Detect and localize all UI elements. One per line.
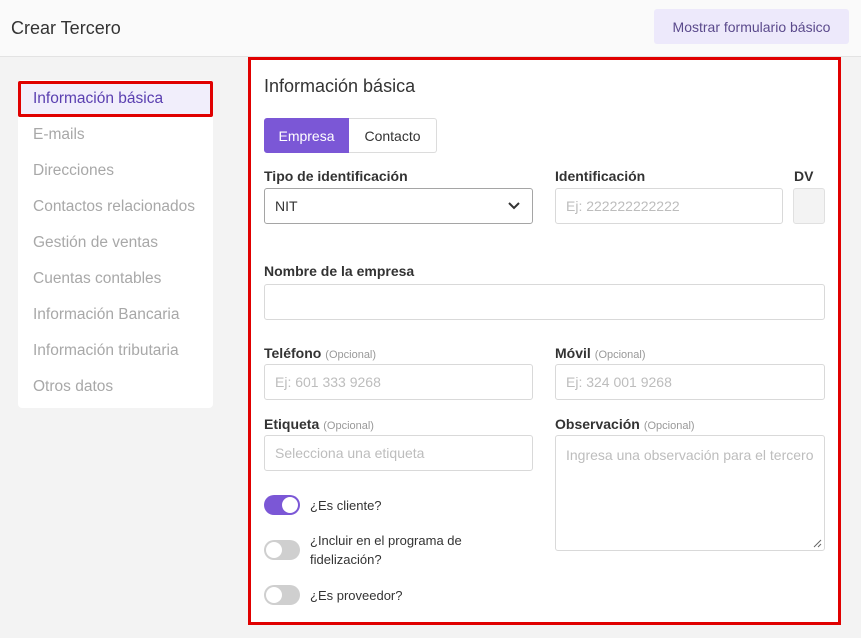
page-title: Crear Tercero bbox=[11, 18, 121, 38]
id-type-value: NIT bbox=[275, 198, 298, 214]
sidebar-item-direcciones[interactable]: Direcciones bbox=[18, 153, 213, 189]
company-name-label: Nombre de la empresa bbox=[264, 263, 415, 279]
sidebar-item-informacion-tributaria[interactable]: Información tributaria bbox=[18, 333, 213, 369]
phone-optional: (Opcional) bbox=[325, 349, 377, 361]
sidebar-item-otros-datos[interactable]: Otros datos bbox=[18, 369, 213, 405]
tag-label: Etiqueta (Opcional) bbox=[264, 416, 374, 432]
tag-select[interactable]: Selecciona una etiqueta bbox=[264, 435, 533, 471]
id-type-select[interactable]: NIT bbox=[264, 188, 533, 224]
toggle-knob bbox=[282, 497, 298, 513]
tag-optional: (Opcional) bbox=[323, 420, 374, 432]
observation-textarea[interactable]: Ingresa una observación para el tercero bbox=[555, 435, 825, 551]
type-tabs: Empresa Contacto bbox=[264, 118, 437, 153]
phone-input[interactable]: Ej: 601 333 9268 bbox=[264, 364, 533, 400]
toggle-row-supplier: ¿Es proveedor? bbox=[264, 585, 403, 605]
observation-label: Observación (Opcional) bbox=[555, 416, 695, 432]
basic-info-panel: Información básica Empresa Contacto Tipo… bbox=[248, 57, 841, 625]
sidebar-item-informacion-bancaria[interactable]: Información Bancaria bbox=[18, 297, 213, 333]
loyalty-toggle-label: ¿Incluir en el programa de fidelización? bbox=[310, 533, 462, 567]
toggle-knob bbox=[266, 587, 282, 603]
toggle-row-client: ¿Es cliente? bbox=[264, 495, 382, 515]
sidebar: Información básica E-mails Direcciones C… bbox=[18, 80, 213, 408]
dv-field bbox=[793, 188, 825, 224]
chevron-down-icon bbox=[508, 202, 520, 210]
dv-label: DV bbox=[794, 168, 814, 184]
sidebar-item-emails[interactable]: E-mails bbox=[18, 117, 213, 153]
sidebar-item-contactos-relacionados[interactable]: Contactos relacionados bbox=[18, 189, 213, 225]
sidebar-item-gestion-ventas[interactable]: Gestión de ventas bbox=[18, 225, 213, 261]
sidebar-item-informacion-basica[interactable]: Información básica bbox=[18, 81, 213, 117]
toggle-knob bbox=[266, 542, 282, 558]
toggle-row-loyalty: ¿Incluir en el programa de fidelización? bbox=[264, 531, 504, 569]
show-basic-form-button[interactable]: Mostrar formulario básico bbox=[654, 9, 849, 44]
top-bar: Crear Tercero Mostrar formulario básico bbox=[0, 0, 861, 57]
observation-optional: (Opcional) bbox=[643, 420, 695, 432]
loyalty-toggle[interactable] bbox=[264, 540, 300, 560]
mobile-optional: (Opcional) bbox=[594, 349, 646, 361]
tag-label-text: Etiqueta bbox=[264, 416, 320, 432]
phone-label: Teléfono (Opcional) bbox=[264, 345, 376, 361]
resize-handle-icon[interactable] bbox=[813, 539, 822, 548]
section-title: Información básica bbox=[264, 76, 416, 96]
observation-label-text: Observación bbox=[555, 416, 640, 432]
supplier-toggle-label: ¿Es proveedor? bbox=[310, 587, 403, 603]
identification-input[interactable]: Ej: 222222222222 bbox=[555, 188, 783, 224]
identification-label: Identificación bbox=[555, 168, 646, 184]
mobile-label: Móvil (Opcional) bbox=[555, 345, 646, 361]
tab-contacto[interactable]: Contacto bbox=[349, 118, 437, 153]
company-name-input[interactable] bbox=[264, 284, 825, 320]
client-toggle[interactable] bbox=[264, 495, 300, 515]
tab-empresa[interactable]: Empresa bbox=[264, 118, 349, 153]
mobile-input[interactable]: Ej: 324 001 9268 bbox=[555, 364, 825, 400]
client-toggle-label: ¿Es cliente? bbox=[310, 497, 382, 513]
supplier-toggle[interactable] bbox=[264, 585, 300, 605]
sidebar-item-cuentas-contables[interactable]: Cuentas contables bbox=[18, 261, 213, 297]
phone-label-text: Teléfono bbox=[264, 345, 322, 361]
mobile-label-text: Móvil bbox=[555, 345, 591, 361]
id-type-label: Tipo de identificación bbox=[264, 168, 408, 184]
observation-placeholder: Ingresa una observación para el tercero bbox=[566, 447, 814, 463]
